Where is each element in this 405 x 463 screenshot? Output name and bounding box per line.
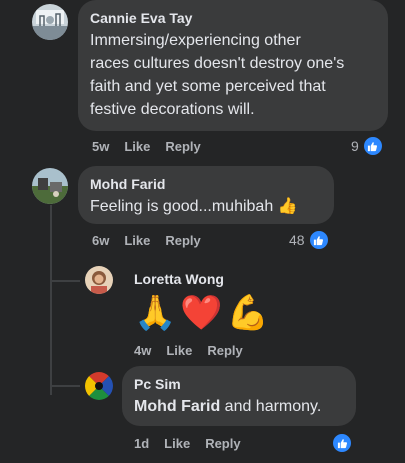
reply-author[interactable]: Pc Sim [134,375,344,393]
reply-timestamp[interactable]: 4w [134,343,151,358]
reply-actions: 1d Like Reply [134,436,241,451]
like-button[interactable]: Like [166,343,192,358]
comments-thread: Cannie Eva Tay Immersing/experiencing ot… [0,0,405,463]
comment-author[interactable]: Mohd Farid [90,175,322,193]
praying-hands-emoji: 🙏 [134,294,177,332]
reaction-count: 9 [351,138,359,154]
comment-text-line: Immersing/experiencing other [90,32,301,49]
reply-author[interactable]: Loretta Wong [134,270,269,288]
thumbs-up-emoji: 👍 [277,198,298,215]
reply-button[interactable]: Reply [205,436,240,451]
flexed-biceps-emoji: 💪 [226,294,270,332]
avatar[interactable] [32,4,68,40]
reply-emojis: 🙏 ❤️ 💪 [134,292,269,334]
reply-button[interactable]: Reply [165,233,200,248]
thread-branch-line [50,260,52,280]
reply-text: Mohd Farid and harmony. [134,395,344,418]
thread-line [50,205,52,395]
like-thumb-icon [307,229,330,251]
reply-content: Loretta Wong 🙏 ❤️ 💪 [134,270,269,334]
comment-author[interactable]: Cannie Eva Tay [90,9,376,27]
reply-text-body: and harmony. [220,398,322,415]
comment-text-line: faith and yet some perceived that [90,78,326,95]
comment-actions: 6w Like Reply [92,233,201,248]
avatar[interactable] [85,372,113,400]
comment-actions: 5w Like Reply [92,139,201,154]
like-button[interactable]: Like [124,139,150,154]
like-button[interactable]: Like [164,436,190,451]
thread-branch-line [52,280,80,282]
comment-text-line: races cultures doesn't destroy one's [90,55,345,72]
comment-bubble: Mohd Farid Feeling is good...muhibah 👍 [78,166,334,224]
reply-button[interactable]: Reply [165,139,200,154]
reaction-summary[interactable]: 9 [351,135,384,157]
comment-text-line: festive decorations will. [90,101,255,118]
avatar[interactable] [85,266,113,294]
comment-text-body: Feeling is good...muhibah [90,198,274,215]
reaction-summary[interactable] [331,432,353,454]
comment-timestamp[interactable]: 6w [92,233,109,248]
comment-text: Feeling is good...muhibah 👍 [90,195,322,218]
reply-actions: 4w Like Reply [134,343,243,358]
reply-bubble: Pc Sim Mohd Farid and harmony. [122,366,356,426]
like-thumb-icon [361,135,384,157]
comment-bubble: Cannie Eva Tay Immersing/experiencing ot… [78,0,388,131]
avatar[interactable] [32,168,68,204]
comment-timestamp[interactable]: 5w [92,139,109,154]
mention-link[interactable]: Mohd Farid [134,398,220,415]
heart-emoji: ❤️ [180,294,223,332]
like-thumb-icon [331,432,353,454]
reaction-count: 48 [289,232,305,248]
reaction-summary[interactable]: 48 [289,229,330,251]
thread-branch-line [52,385,80,387]
reply-timestamp[interactable]: 1d [134,436,149,451]
like-button[interactable]: Like [124,233,150,248]
reply-button[interactable]: Reply [207,343,242,358]
